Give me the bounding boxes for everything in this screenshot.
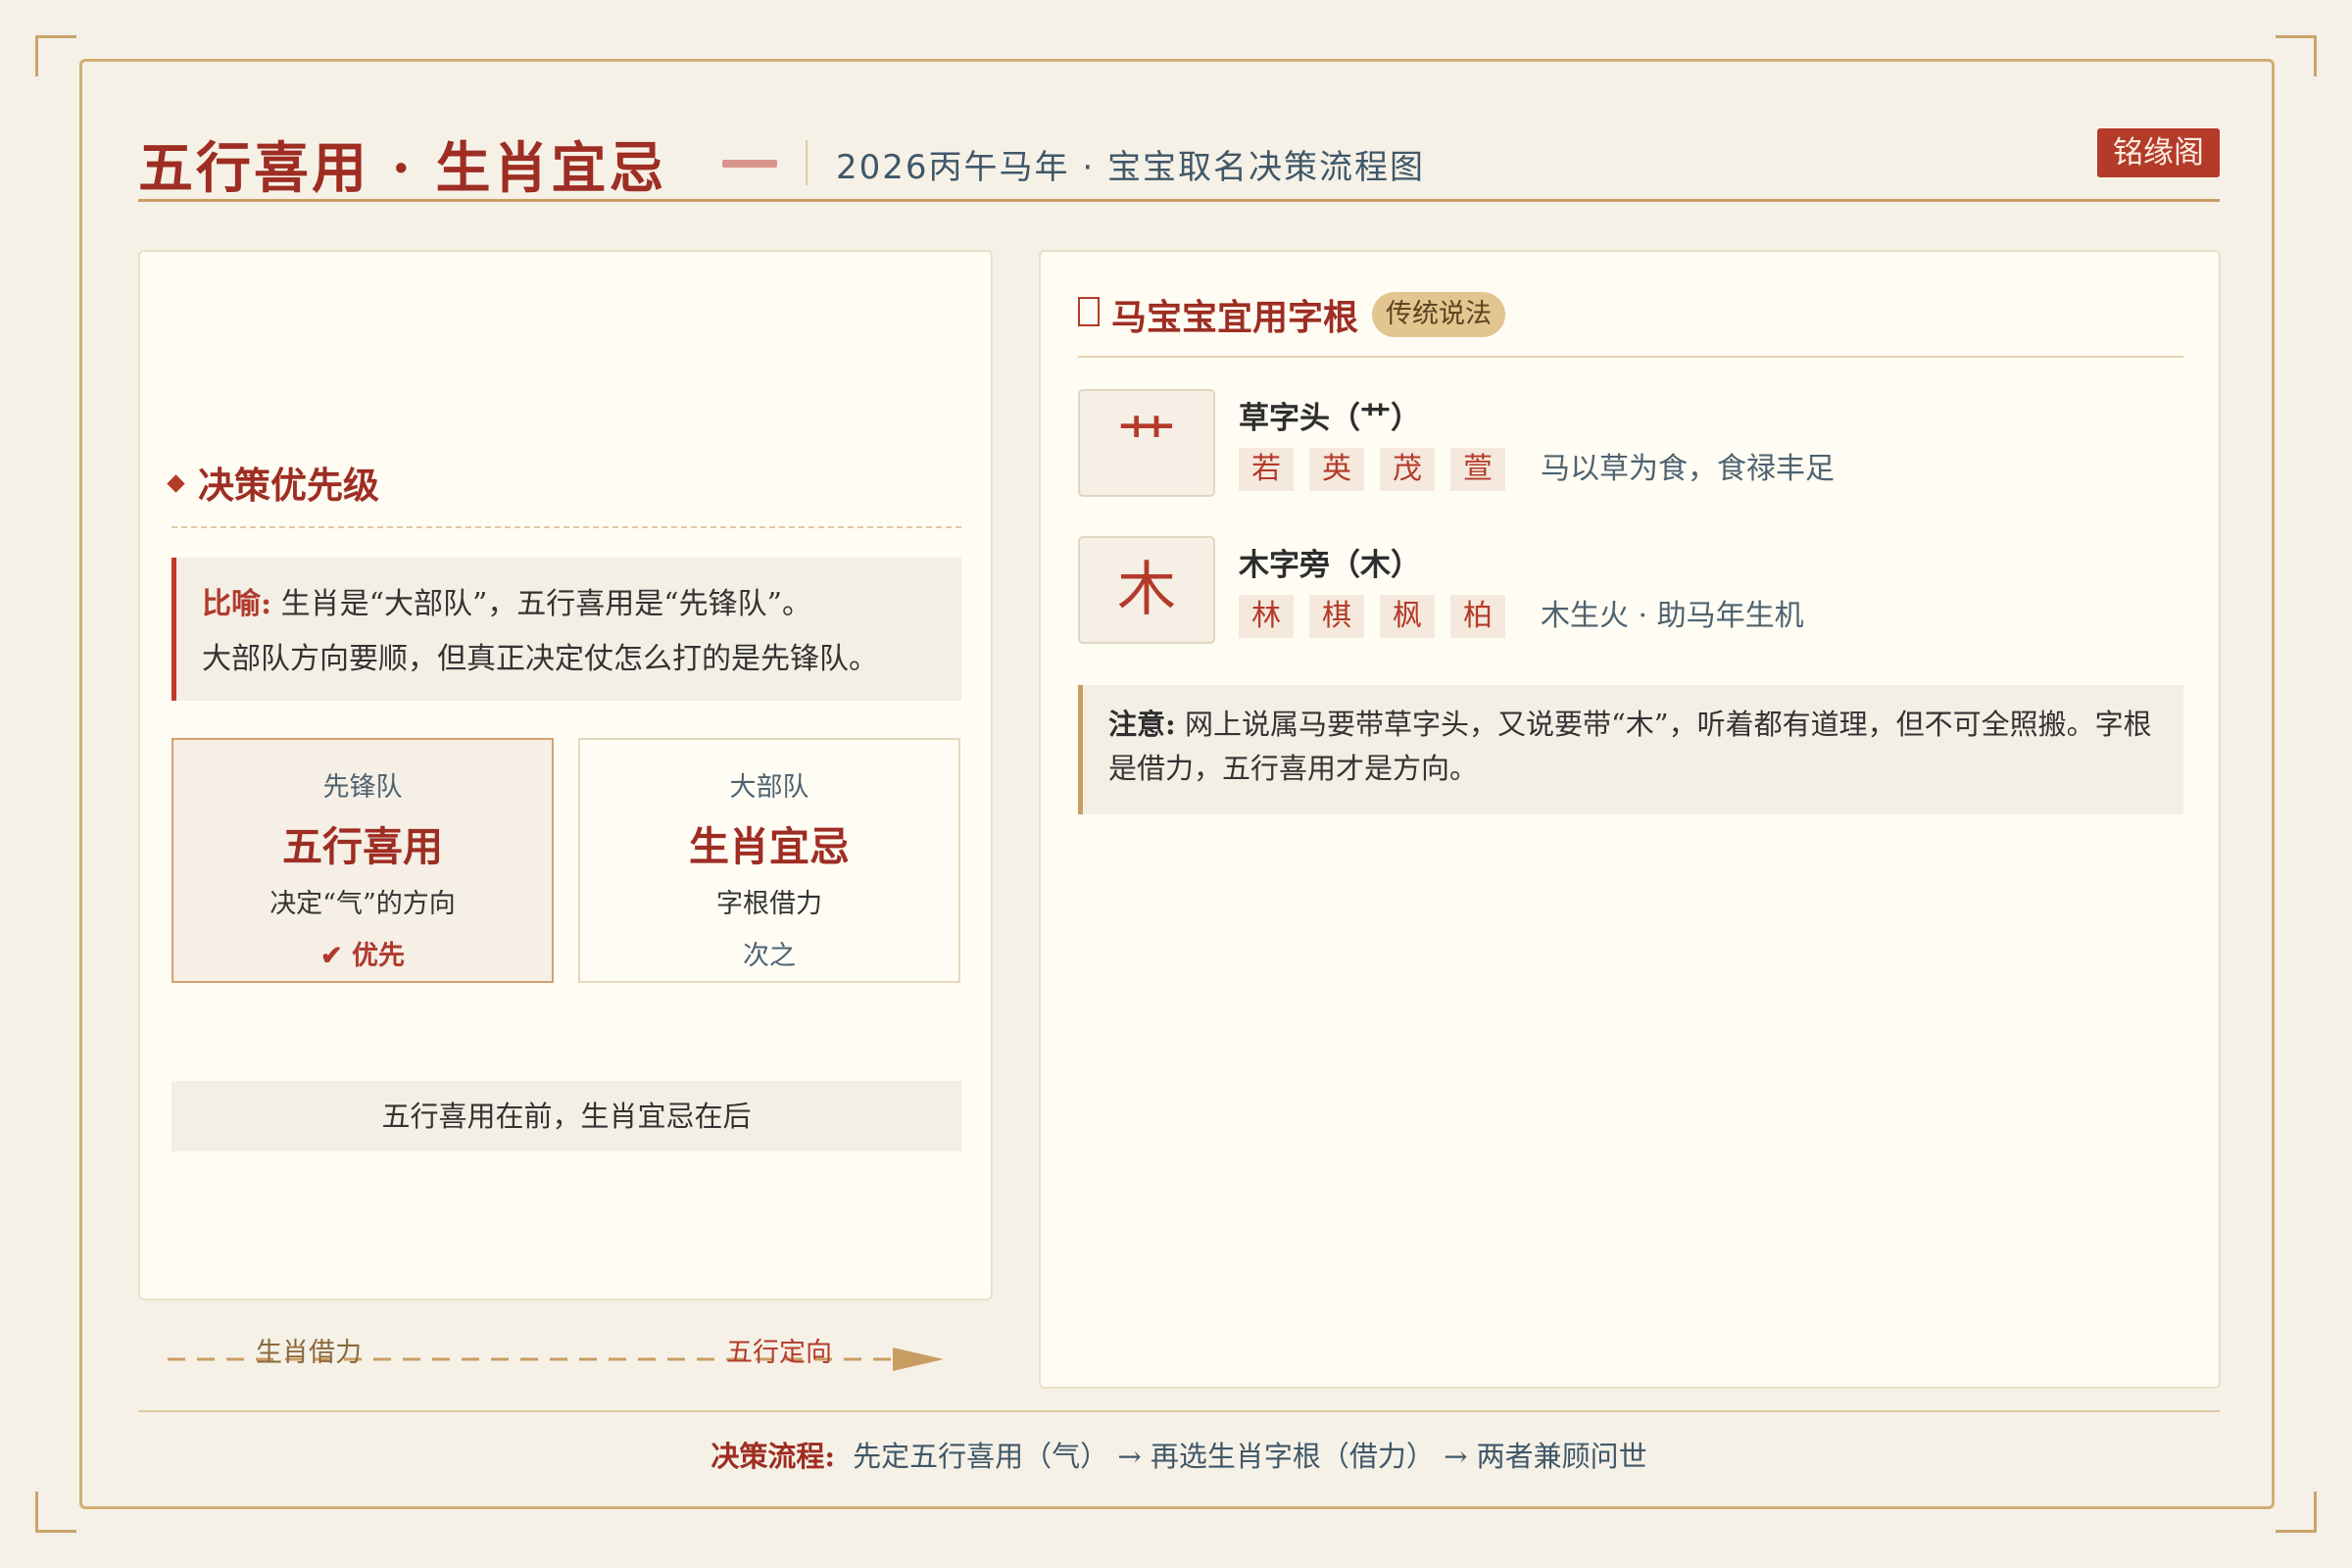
card-kicker: 大部队: [729, 772, 809, 803]
header: 五行喜用 · 生肖宜忌 2026丙午马年 · 宝宝取名决策流程图 铭缘阁: [138, 119, 2220, 202]
char-chip: 茂: [1380, 448, 1435, 491]
char-chip: 柏: [1450, 595, 1505, 638]
char-chip: 萱: [1450, 448, 1505, 491]
card-desc: 决定“气”的方向: [270, 889, 456, 919]
radical-glyph: 艹: [1078, 389, 1215, 497]
caution-text: 网上说属马要带草字头，又说要带“木”，听着都有道理，但不可全照搬。字根是借力，五…: [1108, 708, 2152, 785]
priority-panel: 决策优先级 比喻: 生肖是“大部队”，五行喜用是“先锋队”。 大部队方向要顺，但…: [138, 250, 993, 1300]
section-divider: [172, 526, 961, 528]
footer-label: 决策流程:: [710, 1440, 836, 1473]
corner-ornament-bottom-left: [35, 1492, 76, 1533]
quote-label: 比喻:: [202, 587, 272, 621]
quote-text-1: 生肖是“大部队”，五行喜用是“先锋队”。: [280, 587, 811, 621]
card-value: 五行喜用: [282, 823, 443, 870]
quote-line-2: 大部队方向要顺，但真正决定仗怎么打的是先锋队。: [202, 642, 878, 676]
radical-glyph: 木: [1078, 536, 1215, 644]
metaphor-quote: 比喻: 生肖是“大部队”，五行喜用是“先锋队”。 大部队方向要顺，但真正决定仗怎…: [172, 558, 961, 701]
card-value: 生肖宜忌: [689, 823, 850, 870]
flow-end-label: 五行定向: [726, 1338, 832, 1368]
corner-ornament-top-left: [35, 35, 76, 76]
priority-section-title-text: 决策优先级: [198, 464, 379, 507]
radical-name: 草字头（艹）: [1239, 401, 1421, 436]
radical-name: 木字旁（木）: [1239, 548, 1421, 583]
char-chip: 林: [1239, 595, 1294, 638]
decision-flow-footer: 决策流程: 先定五行喜用（气） → 再选生肖字根（借力） → 两者兼顾问世: [138, 1410, 2220, 1475]
radicals-title: 马宝宝宜用字根: [1111, 297, 1359, 338]
card-status: 次之: [743, 941, 796, 971]
char-chip: 若: [1239, 448, 1294, 491]
radicals-divider: [1078, 356, 2183, 358]
page-title: 五行喜用 · 生肖宜忌: [138, 136, 667, 201]
radicals-header: 马宝宝宜用字根 传统说法: [1078, 289, 1506, 338]
diamond-icon: [167, 474, 185, 493]
caution-label: 注意:: [1108, 708, 1176, 741]
flow-start-label: 生肖借力: [256, 1338, 362, 1368]
brand-badge: 铭缘阁: [2097, 128, 2220, 177]
card-kicker: 先锋队: [322, 772, 403, 803]
main-force-card: 大部队 生肖宜忌 字根借力 次之: [578, 738, 960, 983]
corner-ornament-top-right: [2276, 35, 2317, 76]
footer-text: 先定五行喜用（气） → 再选生肖字根（借力） → 两者兼顾问世: [853, 1440, 1647, 1473]
example-chars: 林棋枫柏 木生火 · 助马年生机: [1239, 595, 1804, 638]
card-desc: 字根借力: [716, 889, 822, 919]
radical-note: 马以草为食，食禄丰足: [1541, 452, 1835, 486]
char-chip: 棋: [1309, 595, 1364, 638]
page-subtitle: 2026丙午马年 · 宝宝取名决策流程图: [836, 148, 1425, 187]
title-dash-decoration: [722, 160, 777, 168]
main-frame: 五行喜用 · 生肖宜忌 2026丙午马年 · 宝宝取名决策流程图 铭缘阁 决策优…: [79, 59, 2275, 1509]
radical-row-wood: 木 木字旁（木） 林棋枫柏 木生火 · 助马年生机: [1078, 536, 2183, 646]
tradition-tag: 传统说法: [1372, 292, 1506, 337]
title-divider: [806, 140, 808, 185]
arrow-head-icon: [893, 1348, 944, 1371]
quote-line-1: 比喻: 生肖是“大部队”，五行喜用是“先锋队”。: [202, 577, 961, 632]
example-chars: 若英茂萱 马以草为食，食禄丰足: [1239, 448, 1835, 491]
priority-summary: 五行喜用在前，生肖宜忌在后: [172, 1081, 961, 1152]
radical-row-grass: 艹 草字头（艹） 若英茂萱 马以草为食，食禄丰足: [1078, 389, 2183, 499]
priority-section-title: 决策优先级: [167, 456, 379, 509]
card-status: ✔ 优先: [319, 941, 406, 971]
char-chip: 枫: [1380, 595, 1435, 638]
radicals-panel: 马宝宝宜用字根 传统说法 艹 草字头（艹） 若英茂萱 马以草为食，食禄丰足 木 木字…: [1039, 250, 2221, 1389]
vanguard-card: 先锋队 五行喜用 决定“气”的方向 ✔ 优先: [172, 738, 554, 983]
flow-arrow: 生肖借力 五行定向: [168, 1338, 944, 1371]
corner-ornament-bottom-right: [2276, 1492, 2317, 1533]
book-icon: [1078, 297, 1100, 326]
radical-note: 木生火 · 助马年生机: [1541, 599, 1804, 633]
char-chip: 英: [1309, 448, 1364, 491]
caution-note: 注意: 网上说属马要带草字头，又说要带“木”，听着都有道理，但不可全照搬。字根是…: [1078, 685, 2183, 814]
